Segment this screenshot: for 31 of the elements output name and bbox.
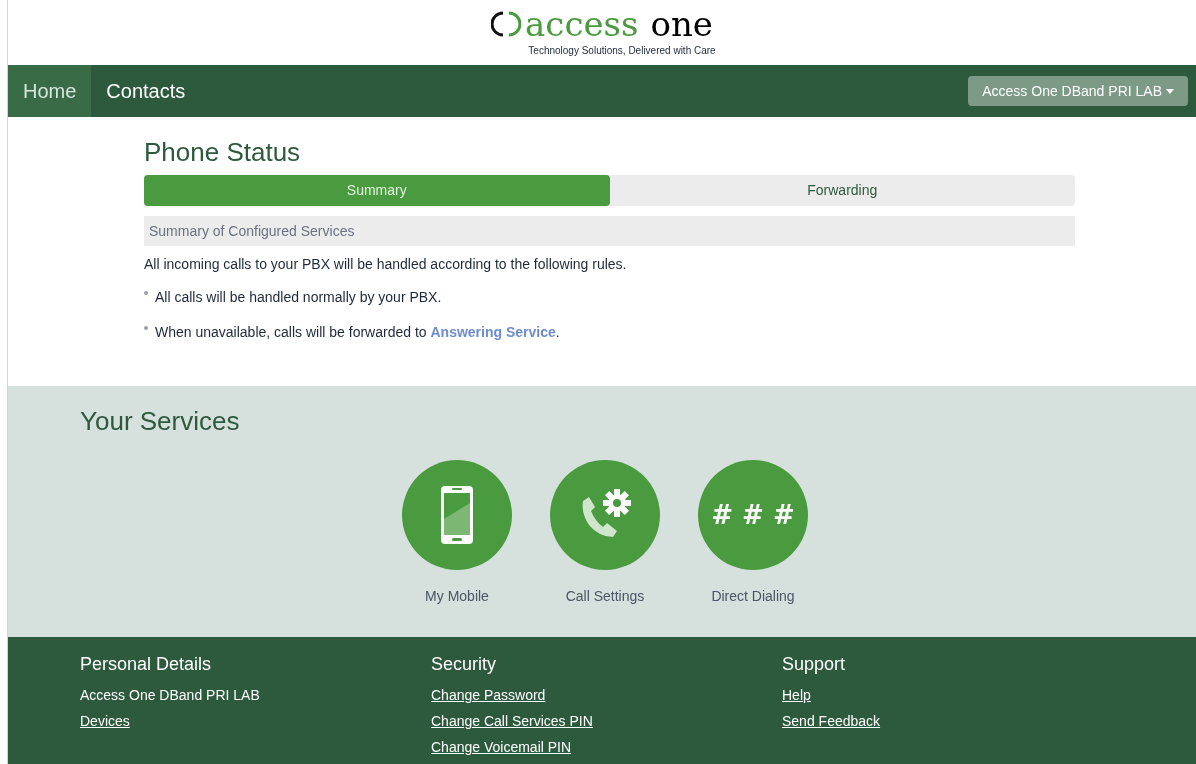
service-label: Direct Dialing: [711, 587, 795, 606]
section-title: Phone Status: [144, 137, 302, 167]
logo-ring-icon: [491, 9, 522, 39]
logo-text: one: [650, 7, 713, 41]
footer-heading: Personal Details: [80, 653, 213, 675]
section-title: Your Services: [80, 406, 241, 436]
footer-link[interactable]: Change Password: [431, 682, 546, 708]
footer-heading: Security: [431, 653, 498, 675]
footer-link[interactable]: Send Feedback: [782, 708, 881, 734]
rule-text: When unavailable, calls will be forwarded to Answering Service.: [155, 323, 560, 342]
footer-link[interactable]: Devices: [80, 708, 130, 734]
footer-link[interactable]: Change Voicemail PIN: [431, 734, 572, 760]
footer-heading: Support: [782, 653, 847, 675]
footer-link[interactable]: Help: [782, 682, 811, 708]
logo-tagline: Technology Solutions, Delivered with Care: [528, 44, 716, 58]
service-label: Call Settings: [565, 587, 645, 606]
intro-text: All incoming calls to your PBX will be handled according to the following rules.: [144, 255, 628, 274]
logo-text: access: [525, 7, 639, 41]
tab[interactable]: Forwarding: [609, 175, 1075, 206]
smartphone-icon: [440, 485, 474, 545]
bullet-icon: [144, 326, 148, 330]
nav-tab[interactable]: Contacts: [91, 65, 201, 117]
caret-icon: [1166, 88, 1174, 94]
footer-text: Access One DBand PRI LAB: [80, 686, 260, 705]
rule-text: All calls will be handled normally by your PBX.: [155, 288, 442, 307]
nav-tab[interactable]: Home: [8, 65, 92, 117]
service-label: My Mobile: [425, 587, 489, 606]
bullet-icon: [144, 291, 148, 295]
service-button[interactable]: # # #: [698, 460, 808, 570]
footer-link[interactable]: Change Call Services PIN: [431, 708, 593, 734]
panel-heading: Summary of Configured Services: [149, 221, 355, 241]
